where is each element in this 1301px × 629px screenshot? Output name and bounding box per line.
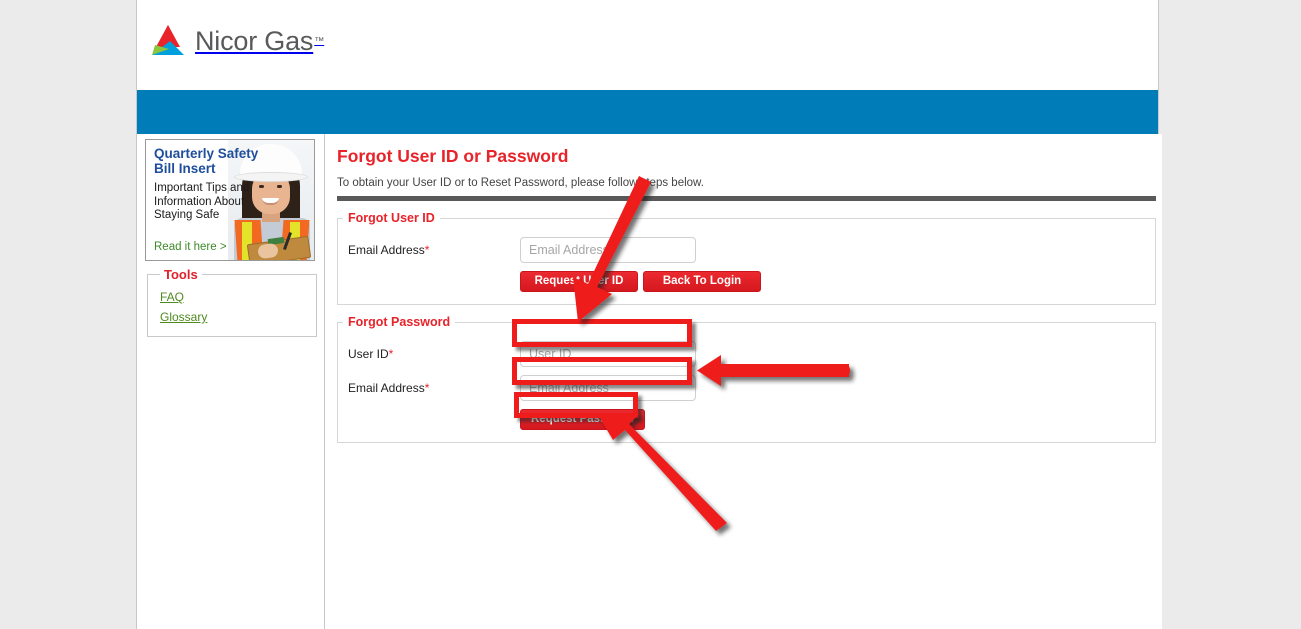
sidebar-link-faq[interactable]: FAQ bbox=[160, 290, 306, 304]
forgot-password-button-row: Request Password bbox=[338, 409, 1155, 430]
primary-nav-bar[interactable] bbox=[137, 90, 1158, 134]
sidebar-link-glossary[interactable]: Glossary bbox=[160, 310, 306, 324]
nicor-triangle-logo-icon bbox=[152, 25, 184, 55]
required-marker: * bbox=[388, 347, 394, 361]
promo-subtitle: Important Tips and Information About Sta… bbox=[154, 182, 250, 221]
brand-logo-link[interactable]: Nicor Gas ™ bbox=[150, 24, 324, 58]
forgot-user-id-section: Forgot User ID Email Address* Request Us… bbox=[337, 211, 1156, 305]
main-content: Forgot User ID or Password To obtain you… bbox=[325, 134, 1162, 629]
forgot-password-section: Forgot Password User ID* Email Address* bbox=[337, 315, 1156, 443]
site-header: Nicor Gas ™ bbox=[137, 0, 1158, 90]
forgot-user-id-legend: Forgot User ID bbox=[348, 211, 435, 225]
forgot-password-email-input[interactable] bbox=[520, 375, 696, 401]
tools-panel: Tools FAQ Glossary bbox=[147, 267, 317, 337]
forgot-user-id-button-row: Request User ID Back To Login bbox=[338, 271, 1155, 292]
brand-trademark: ™ bbox=[314, 35, 325, 47]
forgot-password-userid-label: User ID* bbox=[348, 347, 520, 361]
tools-legend: Tools bbox=[164, 267, 198, 282]
label-text: Email Address bbox=[348, 381, 425, 395]
sidebar: Quarterly Safety Bill Insert Important T… bbox=[137, 134, 325, 629]
label-text: Email Address bbox=[348, 243, 425, 257]
back-to-login-button[interactable]: Back To Login bbox=[643, 271, 761, 292]
forgot-user-id-email-row: Email Address* bbox=[338, 237, 1155, 263]
safety-bill-insert-promo[interactable]: Quarterly Safety Bill Insert Important T… bbox=[145, 139, 315, 261]
forgot-password-userid-input[interactable] bbox=[520, 341, 696, 367]
label-text: User ID bbox=[348, 347, 389, 361]
request-password-button[interactable]: Request Password bbox=[520, 409, 645, 430]
forgot-password-userid-row: User ID* bbox=[338, 341, 1155, 367]
page-description: To obtain your User ID or to Reset Passw… bbox=[337, 177, 704, 189]
promo-title: Quarterly Safety Bill Insert bbox=[154, 146, 259, 176]
required-marker: * bbox=[424, 381, 430, 395]
forgot-password-email-label: Email Address* bbox=[348, 381, 520, 395]
forgot-user-id-email-label: Email Address* bbox=[348, 243, 520, 257]
request-user-id-button[interactable]: Request User ID bbox=[520, 271, 638, 292]
page-title: Forgot User ID or Password bbox=[337, 146, 569, 166]
title-divider bbox=[337, 196, 1156, 201]
body-columns: Quarterly Safety Bill Insert Important T… bbox=[137, 134, 1162, 629]
forgot-password-email-row: Email Address* bbox=[338, 375, 1155, 401]
required-marker: * bbox=[424, 243, 430, 257]
page-container: Nicor Gas ™ Quarterly Safety Bill Insert… bbox=[136, 0, 1162, 629]
brand-name: Nicor Gas bbox=[195, 25, 314, 56]
forgot-user-id-email-input[interactable] bbox=[520, 237, 696, 263]
promo-read-it-here-link[interactable]: Read it here > bbox=[154, 241, 227, 253]
forgot-password-legend: Forgot Password bbox=[348, 315, 451, 329]
